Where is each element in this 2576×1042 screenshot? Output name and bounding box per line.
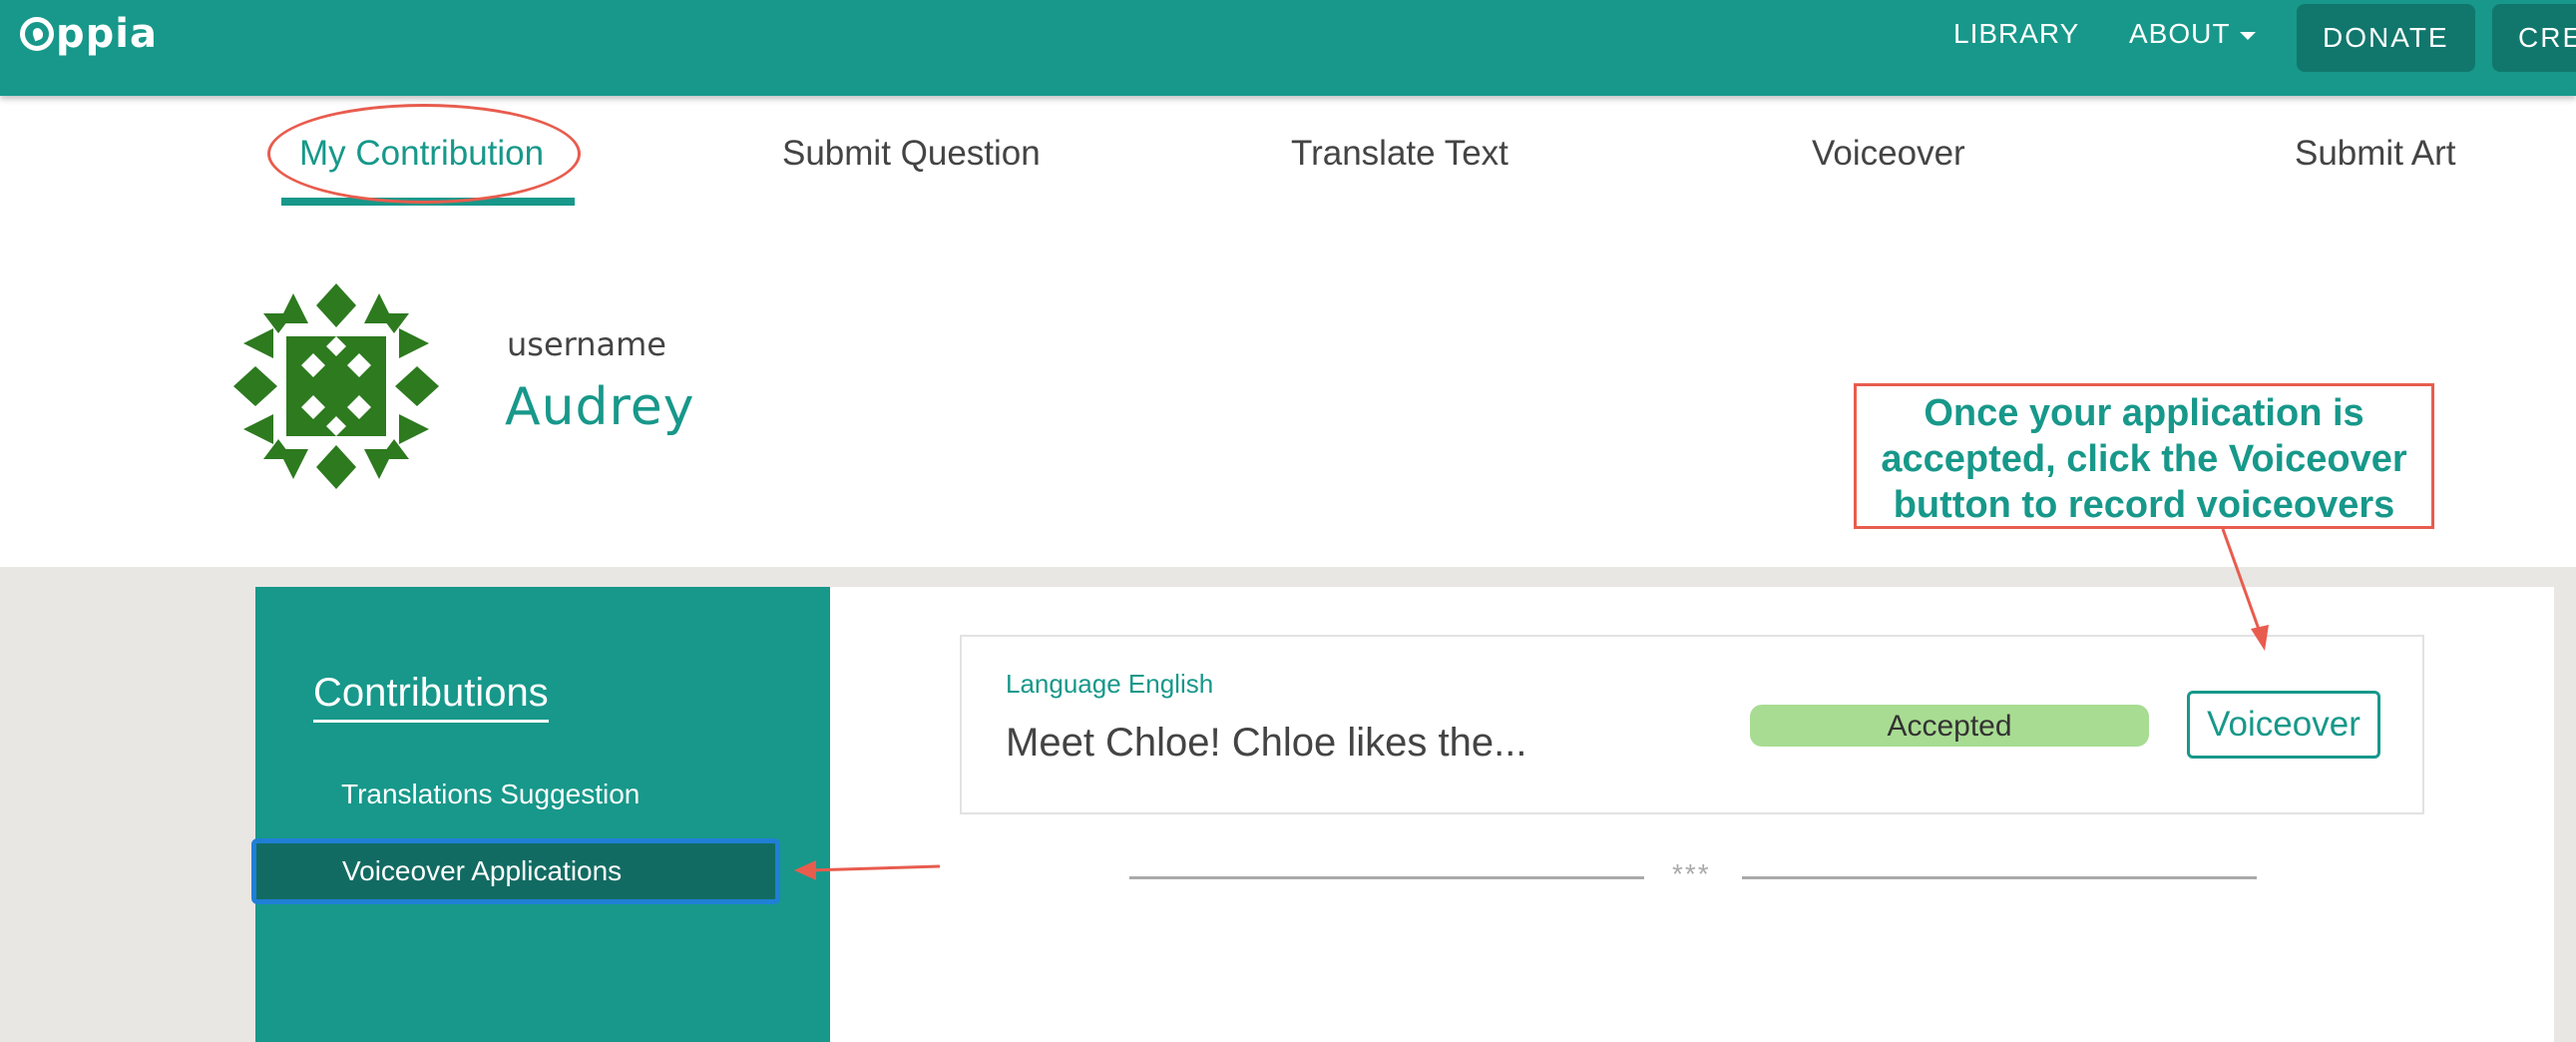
logo-icon bbox=[20, 17, 54, 51]
oppia-logo[interactable]: ppia bbox=[20, 6, 158, 62]
sidebar-item-voiceover-applications[interactable]: Voiceover Applications bbox=[251, 838, 780, 904]
tab-translate-text[interactable]: Translate Text bbox=[1291, 134, 1508, 174]
tab-submit-art[interactable]: Submit Art bbox=[2295, 134, 2455, 174]
sidebar-item-translations-suggestion[interactable]: Translations Suggestion bbox=[341, 779, 640, 810]
tab-my-contribution[interactable]: My Contribution bbox=[299, 134, 544, 174]
pattern-avatar-icon bbox=[233, 283, 439, 489]
username-label: username bbox=[507, 325, 666, 363]
status-badge: Accepted bbox=[1750, 705, 2149, 747]
voiceover-application-card: Language English Meet Chloe! Chloe likes… bbox=[960, 635, 2424, 814]
username-value: Audrey bbox=[505, 377, 695, 437]
tab-voiceover[interactable]: Voiceover bbox=[1812, 134, 1965, 174]
nav-library-link[interactable]: LIBRARY bbox=[1953, 18, 2079, 50]
divider-line-right bbox=[1742, 876, 2257, 879]
create-button[interactable]: CREATE bbox=[2492, 4, 2576, 72]
card-language: Language English bbox=[1006, 669, 1214, 699]
contributions-content: Language English Meet Chloe! Chloe likes… bbox=[830, 587, 2554, 1042]
top-navbar: ppia LIBRARY ABOUT DONATE CREATE bbox=[0, 0, 2576, 96]
donate-button[interactable]: DONATE bbox=[2297, 4, 2475, 72]
nav-about-dropdown[interactable]: ABOUT bbox=[2129, 18, 2257, 50]
divider-text: *** bbox=[1672, 858, 1711, 889]
caret-down-icon bbox=[2240, 31, 2257, 40]
contributions-sidebar: Contributions Translations Suggestion Vo… bbox=[251, 587, 830, 1042]
card-title: Meet Chloe! Chloe likes the... bbox=[1006, 721, 1527, 765]
sidebar-title: Contributions bbox=[313, 671, 549, 723]
logo-text: ppia bbox=[56, 11, 158, 57]
tab-submit-question[interactable]: Submit Question bbox=[782, 134, 1041, 174]
annotation-callout: Once your application is accepted, click… bbox=[1854, 383, 2434, 529]
divider-line-left bbox=[1129, 876, 1644, 879]
voiceover-button[interactable]: Voiceover bbox=[2187, 691, 2380, 759]
nav-about-label: ABOUT bbox=[2129, 18, 2231, 49]
